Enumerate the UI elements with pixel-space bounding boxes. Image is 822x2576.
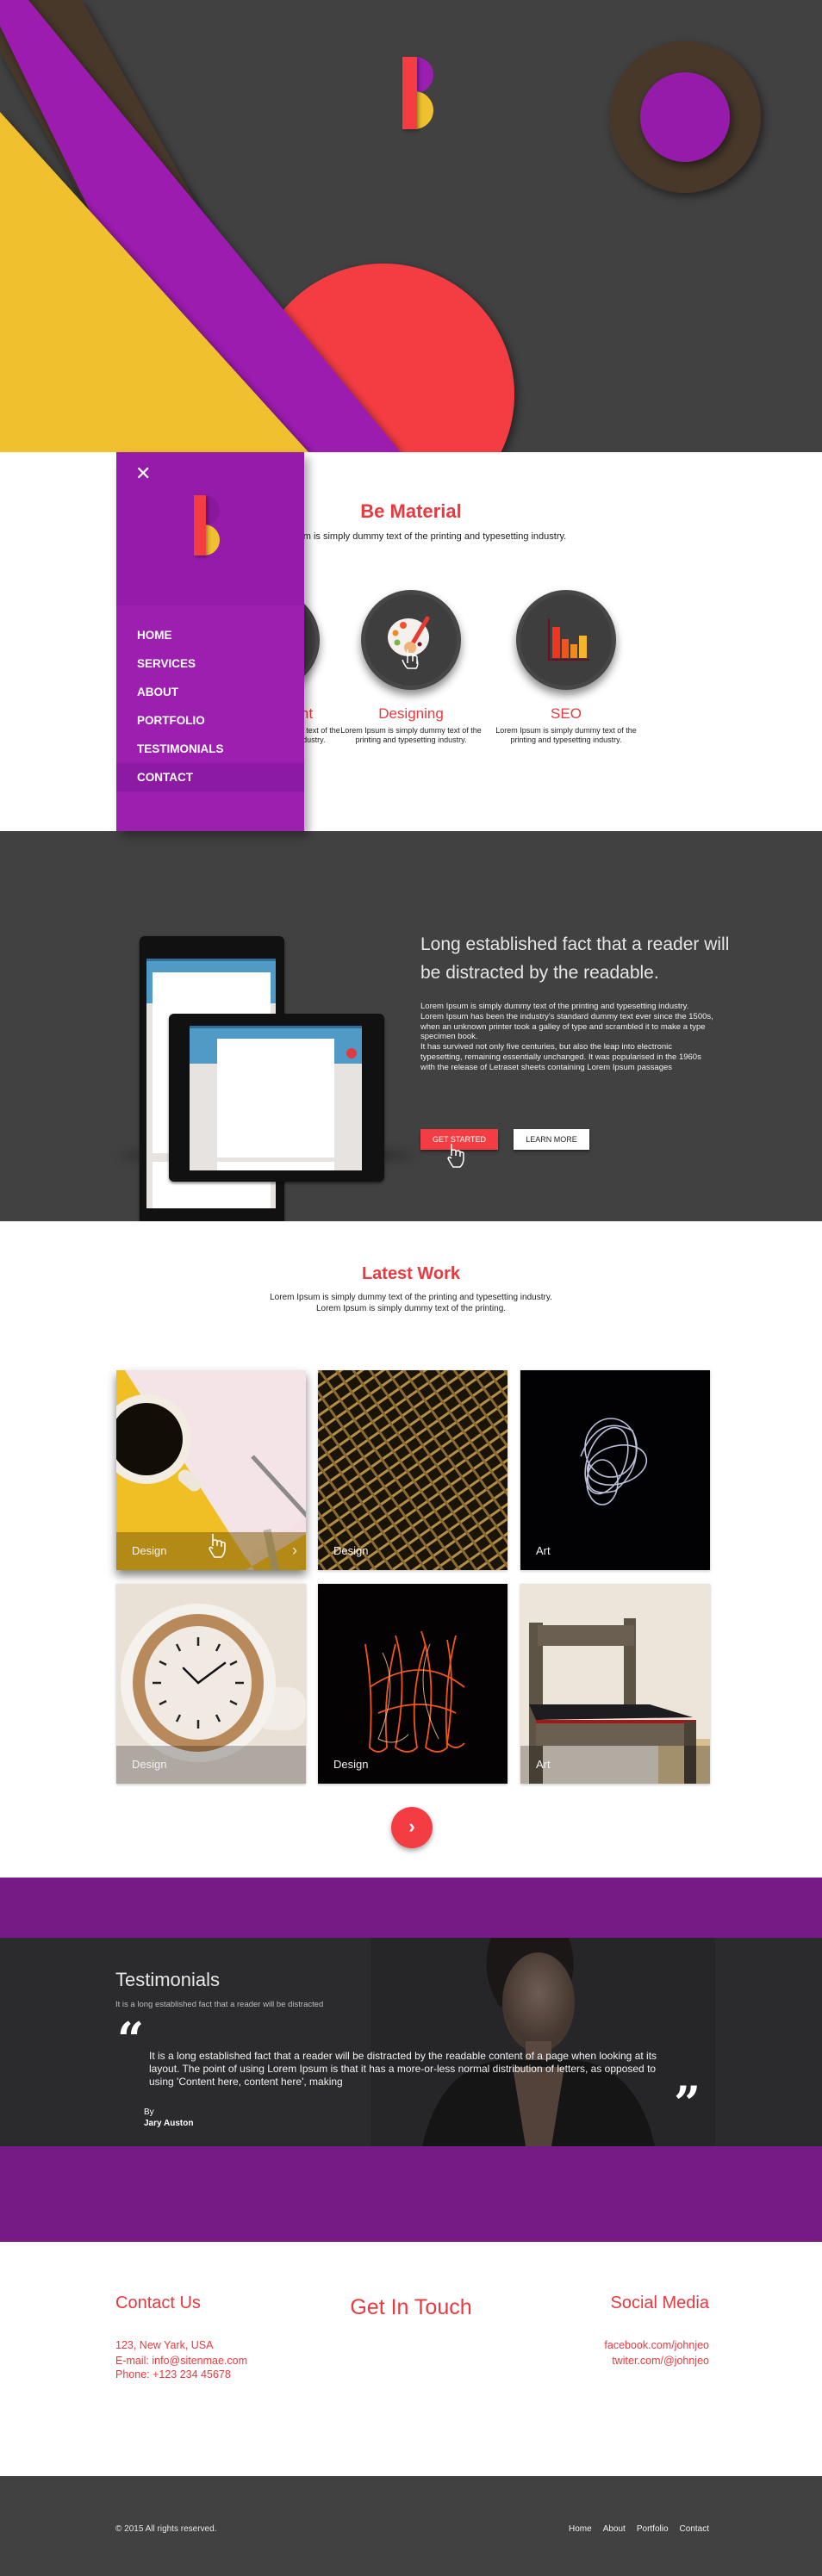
latest-work-section: Latest Work Lorem Ipsum is simply dummy … bbox=[0, 1221, 822, 1878]
portfolio-tile[interactable]: Design bbox=[318, 1370, 508, 1570]
sidebar-item-home[interactable]: HOME bbox=[116, 621, 304, 649]
promo-paragraph-2: It has survived not only five centuries,… bbox=[420, 1042, 701, 1072]
logo-yellow-bowl bbox=[414, 91, 433, 129]
logo-red-bar bbox=[194, 495, 206, 556]
tile-caption: Design bbox=[318, 1746, 508, 1784]
tile-caption: Design bbox=[318, 1532, 508, 1570]
close-quote-icon: ” bbox=[674, 2076, 701, 2131]
sidebar-drawer: ✕ HOME SERVICES ABOUT PORTFOLIO TESTIMON… bbox=[116, 452, 304, 831]
portfolio-tile[interactable]: Design › bbox=[116, 1370, 306, 1570]
tile-caption-text: Design bbox=[132, 1758, 167, 1771]
subtitle-line-1: Lorem Ipsum is simply dummy text of the … bbox=[270, 1293, 552, 1302]
learn-more-button[interactable]: LEARN MORE bbox=[514, 1129, 589, 1150]
tile-caption: Art bbox=[520, 1532, 710, 1570]
service-designing[interactable]: Designing Lorem Ipsum is simply dummy te… bbox=[329, 590, 493, 745]
service-desc: Lorem Ipsum is simply dummy text of the … bbox=[340, 726, 482, 744]
purple-band-bottom bbox=[0, 2146, 822, 2242]
palette-icon bbox=[361, 590, 461, 690]
latest-work-subtitle: Lorem Ipsum is simply dummy text of the … bbox=[0, 1292, 822, 1314]
hero-banner bbox=[0, 0, 822, 452]
tile-caption-text: Art bbox=[536, 1758, 551, 1771]
sidebar-item-portfolio[interactable]: PORTFOLIO bbox=[116, 706, 304, 735]
portfolio-tile[interactable]: Design bbox=[318, 1584, 508, 1784]
landscape-tablet-illustration bbox=[169, 1014, 384, 1182]
latest-work-title: Latest Work bbox=[361, 1264, 461, 1283]
tile-caption-text: Design bbox=[333, 1758, 369, 1771]
testimonials-subtitle: It is a long established fact that a rea… bbox=[115, 2000, 324, 2009]
page: Be Material Lorem Ipsum is simply dummy … bbox=[0, 0, 822, 2576]
contact-phone[interactable]: Phone: +123 234 45678 bbox=[115, 2368, 231, 2382]
tile-caption-text: Design bbox=[132, 1544, 167, 1557]
sidebar-item-about[interactable]: ABOUT bbox=[116, 678, 304, 706]
contact-email[interactable]: E-mail: info@sitenmae.com bbox=[115, 2354, 247, 2368]
sidebar-logo[interactable] bbox=[194, 495, 223, 556]
hand-cursor-icon bbox=[209, 1534, 226, 1558]
logo-yellow-bowl bbox=[204, 525, 220, 556]
footer-nav: Home About Portfolio Contact bbox=[569, 2524, 709, 2534]
logo-red-bar bbox=[402, 57, 417, 129]
brand-logo[interactable] bbox=[402, 57, 437, 129]
close-icon[interactable]: ✕ bbox=[135, 464, 151, 483]
social-media-title: Social Media bbox=[610, 2294, 709, 2312]
chevron-right-icon[interactable]: › bbox=[292, 1542, 297, 1560]
portfolio-tile[interactable]: Design bbox=[116, 1584, 306, 1784]
subtitle-line-2: Lorem Ipsum is simply dummy text of the … bbox=[315, 1304, 507, 1313]
sidebar-nav: HOME SERVICES ABOUT PORTFOLIO TESTIMONIA… bbox=[116, 621, 304, 791]
testimonials-title: Testimonials bbox=[115, 1969, 221, 1990]
logo-purple-bowl bbox=[414, 57, 433, 93]
facebook-link[interactable]: facebook.com/johnjeo bbox=[604, 2338, 709, 2353]
promo-body: Lorem Ipsum is simply dummy text of the … bbox=[420, 1002, 713, 1073]
twitter-link[interactable]: twiter.com/@johnjeo bbox=[612, 2354, 709, 2368]
footer-link-about[interactable]: About bbox=[603, 2524, 626, 2534]
sidebar-item-services[interactable]: SERVICES bbox=[116, 649, 304, 678]
testimonial-author: Jary Auston bbox=[144, 2119, 194, 2128]
sidebar-item-contact[interactable]: CONTACT bbox=[116, 763, 304, 791]
footer: © 2015 All rights reserved. Home About P… bbox=[0, 2476, 822, 2576]
service-seo[interactable]: SEO Lorem Ipsum is simply dummy text of … bbox=[484, 590, 648, 745]
purple-dot bbox=[640, 72, 730, 162]
promo-heading: Long established fact that a reader will… bbox=[420, 934, 730, 983]
portfolio-tile[interactable]: Art bbox=[520, 1584, 710, 1784]
chevron-right-icon: › bbox=[408, 1816, 415, 1837]
service-name: Designing bbox=[378, 705, 444, 722]
footer-link-home[interactable]: Home bbox=[569, 2524, 592, 2534]
sidebar-header: ✕ bbox=[116, 452, 304, 605]
testimonials-section: Testimonials It is a long established fa… bbox=[0, 1938, 822, 2146]
bar-chart-icon bbox=[516, 590, 616, 690]
testimonial-quote: It is a long established fact that a rea… bbox=[149, 2050, 657, 2088]
logo-purple-bowl bbox=[204, 495, 220, 525]
hand-cursor-icon bbox=[447, 1144, 464, 1168]
service-name: SEO bbox=[551, 705, 582, 722]
portfolio-tile[interactable]: Art bbox=[520, 1370, 710, 1570]
purple-band-top bbox=[0, 1878, 822, 1938]
promo-paragraph-1: Lorem Ipsum is simply dummy text of the … bbox=[420, 1002, 713, 1042]
contact-address: 123, New Yark, USA bbox=[115, 2339, 214, 2351]
tile-caption: Design bbox=[116, 1746, 306, 1784]
footer-link-portfolio[interactable]: Portfolio bbox=[637, 2524, 669, 2534]
next-page-button[interactable]: › bbox=[391, 1807, 433, 1848]
promo-section: Long established fact that a reader will… bbox=[0, 831, 822, 1225]
open-quote-icon: “ bbox=[117, 2012, 145, 2067]
sidebar-item-testimonials[interactable]: TESTIMONIALS bbox=[116, 735, 304, 763]
testimonial-by-label: By bbox=[144, 2107, 154, 2117]
tile-caption-text: Art bbox=[536, 1544, 551, 1557]
tile-caption-text: Design bbox=[333, 1544, 369, 1557]
contact-section: Contact Us Get In Touch Social Media 123… bbox=[0, 2242, 822, 2476]
copyright-text: © 2015 All rights reserved. bbox=[115, 2524, 217, 2534]
footer-link-contact[interactable]: Contact bbox=[680, 2524, 709, 2534]
tile-caption: Art bbox=[520, 1746, 710, 1784]
testimonial-photo bbox=[371, 1938, 715, 2146]
service-desc: Lorem Ipsum is simply dummy text of the … bbox=[495, 726, 637, 744]
